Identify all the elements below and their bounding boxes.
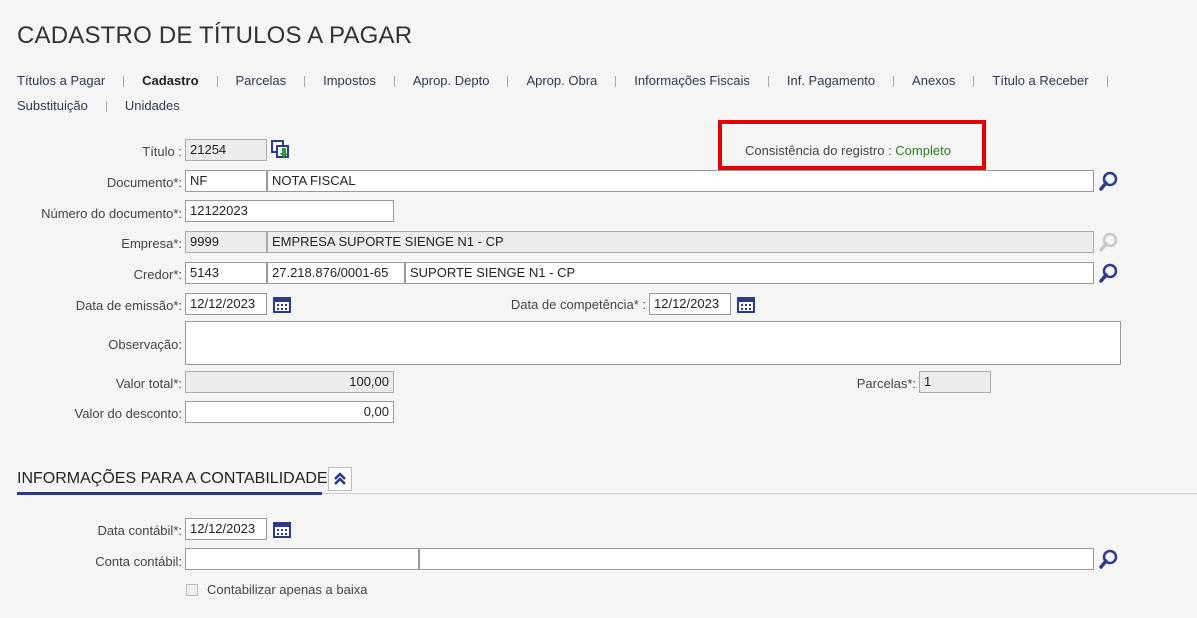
collapse-section-button[interactable] [328, 467, 352, 491]
tab-cadastro[interactable]: Cadastro [142, 68, 198, 93]
tab-aprop-depto[interactable]: Aprop. Depto [413, 68, 490, 93]
valor-desconto-input[interactable]: 0,00 [185, 401, 394, 423]
contabilizar-baixa-label: Contabilizar apenas a baixa [207, 582, 368, 597]
data-contabil-input[interactable]: 12/12/2023 [185, 518, 267, 540]
double-chevron-up-icon [334, 472, 346, 485]
tab-separator [304, 76, 306, 88]
tab-inf-pagamento[interactable]: Inf. Pagamento [787, 68, 875, 93]
tab-aprop-obra[interactable]: Aprop. Obra [526, 68, 597, 93]
data-emissao-label: Data de emissão*: [75, 298, 182, 313]
tab-separator [893, 76, 895, 88]
tab-parcelas[interactable]: Parcelas [236, 68, 287, 93]
conta-contabil-code-input[interactable] [185, 548, 419, 570]
tab-impostos[interactable]: Impostos [323, 68, 376, 93]
tab-substituicao[interactable]: Substituição [17, 93, 88, 118]
documento-code-input[interactable]: NF [185, 170, 267, 192]
page-title: CADASTRO DE TÍTULOS A PAGAR [17, 22, 413, 49]
credor-label: Credor*: [133, 267, 182, 282]
documento-label: Documento*: [106, 175, 182, 190]
tab-separator [507, 76, 509, 88]
data-competencia-input[interactable]: 12/12/2023 [649, 293, 731, 315]
calendar-icon[interactable] [272, 519, 292, 539]
tab-anexos[interactable]: Anexos [912, 68, 955, 93]
empresa-name-field: EMPRESA SUPORTE SIENGE N1 - CP [267, 231, 1094, 253]
calendar-icon[interactable] [736, 294, 756, 314]
tab-titulo-a-receber[interactable]: Título a Receber [992, 68, 1088, 93]
tab-unidades[interactable]: Unidades [125, 93, 180, 118]
valor-desconto-label: Valor do desconto: [74, 406, 182, 421]
tab-separator [123, 76, 125, 88]
tab-separator [216, 76, 218, 88]
credor-code-input[interactable]: 5143 [185, 262, 267, 284]
tab-bar: Títulos a Pagar Cadastro Parcelas Impostos A… [17, 68, 1187, 118]
valor-total-field: 100,00 [185, 371, 394, 393]
empresa-label: Empresa*: [121, 236, 182, 251]
documento-search-icon[interactable] [1097, 169, 1121, 193]
conta-contabil-desc-input[interactable] [419, 548, 1094, 570]
data-competencia-label: Data de competência* : [510, 297, 646, 312]
titulo-label: Título : [142, 144, 182, 159]
tab-separator [973, 76, 975, 88]
empresa-code-field: 9999 [185, 231, 267, 253]
section-underline [17, 492, 322, 495]
credor-search-icon[interactable] [1097, 261, 1121, 285]
consistency-status: Consistência do registro : Completo [745, 143, 951, 158]
copy-title-icon[interactable] [270, 139, 292, 161]
tab-separator [615, 76, 617, 88]
numero-documento-label: Número do documento*: [41, 206, 182, 221]
conta-contabil-search-icon[interactable] [1097, 547, 1121, 571]
consistency-value: Completo [895, 143, 951, 158]
tab-informacoes-fiscais[interactable]: Informações Fiscais [634, 68, 750, 93]
contabilizar-baixa-checkbox[interactable] [186, 584, 198, 596]
data-contabil-label: Data contábil*: [97, 523, 182, 538]
section-title-contabilidade: INFORMAÇÕES PARA A CONTABILIDADE [17, 470, 328, 487]
tab-separator [393, 76, 395, 88]
credor-cnpj-input[interactable]: 27.218.876/0001-65 [267, 262, 405, 284]
tab-separator [1106, 76, 1108, 88]
calendar-icon[interactable] [272, 294, 292, 314]
observacao-label: Observação: [108, 337, 182, 352]
tab-titulos-a-pagar[interactable]: Títulos a Pagar [17, 68, 105, 93]
titulo-field: 21254 [185, 139, 267, 161]
parcelas-field: 1 [919, 371, 991, 393]
credor-name-input[interactable]: SUPORTE SIENGE N1 - CP [405, 262, 1094, 284]
conta-contabil-label: Conta contábil: [95, 554, 182, 569]
valor-total-label: Valor total*: [115, 376, 182, 391]
numero-documento-input[interactable]: 12122023 [185, 200, 394, 222]
tab-separator [105, 101, 107, 113]
consistency-label: Consistência do registro : [745, 143, 896, 158]
observacao-textarea[interactable] [185, 321, 1121, 365]
parcelas-label: Parcelas*: [856, 376, 916, 391]
data-emissao-input[interactable]: 12/12/2023 [185, 293, 267, 315]
empresa-search-icon [1097, 230, 1121, 254]
tab-separator [767, 76, 769, 88]
documento-desc-input[interactable]: NOTA FISCAL [267, 170, 1094, 192]
